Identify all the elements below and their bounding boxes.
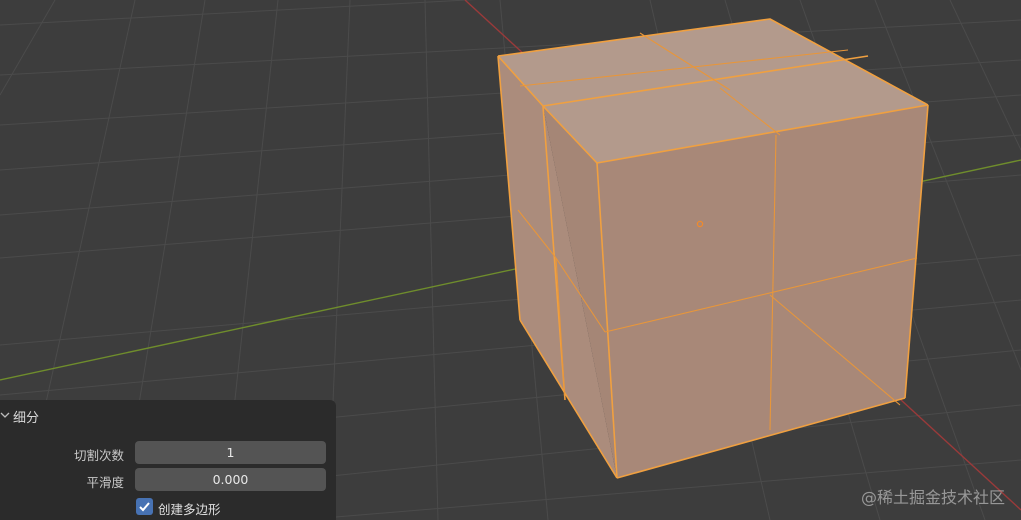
chevron-down-icon[interactable] bbox=[0, 410, 10, 420]
create-ngons-checkbox[interactable] bbox=[136, 498, 153, 515]
watermark-text: @稀土掘金技术社区 bbox=[860, 488, 1005, 507]
operator-panel-header[interactable]: 细分 bbox=[0, 400, 336, 430]
cuts-label: 切割次数 bbox=[73, 448, 124, 463]
smoothness-number-field[interactable]: 0.000 bbox=[135, 468, 326, 491]
cuts-number-field[interactable]: 1 bbox=[135, 441, 326, 464]
cube-right-face bbox=[597, 105, 928, 478]
create-ngons-label[interactable]: 创建多边形 bbox=[158, 499, 221, 518]
smoothness-label: 平滑度 bbox=[86, 475, 124, 490]
selected-cube[interactable] bbox=[497, 18, 929, 479]
checkmark-icon bbox=[139, 502, 150, 512]
operator-title: 细分 bbox=[13, 411, 40, 426]
operator-redo-panel: 细分 切割次数 1 平滑度 0.000 创建多边形 bbox=[0, 400, 336, 520]
